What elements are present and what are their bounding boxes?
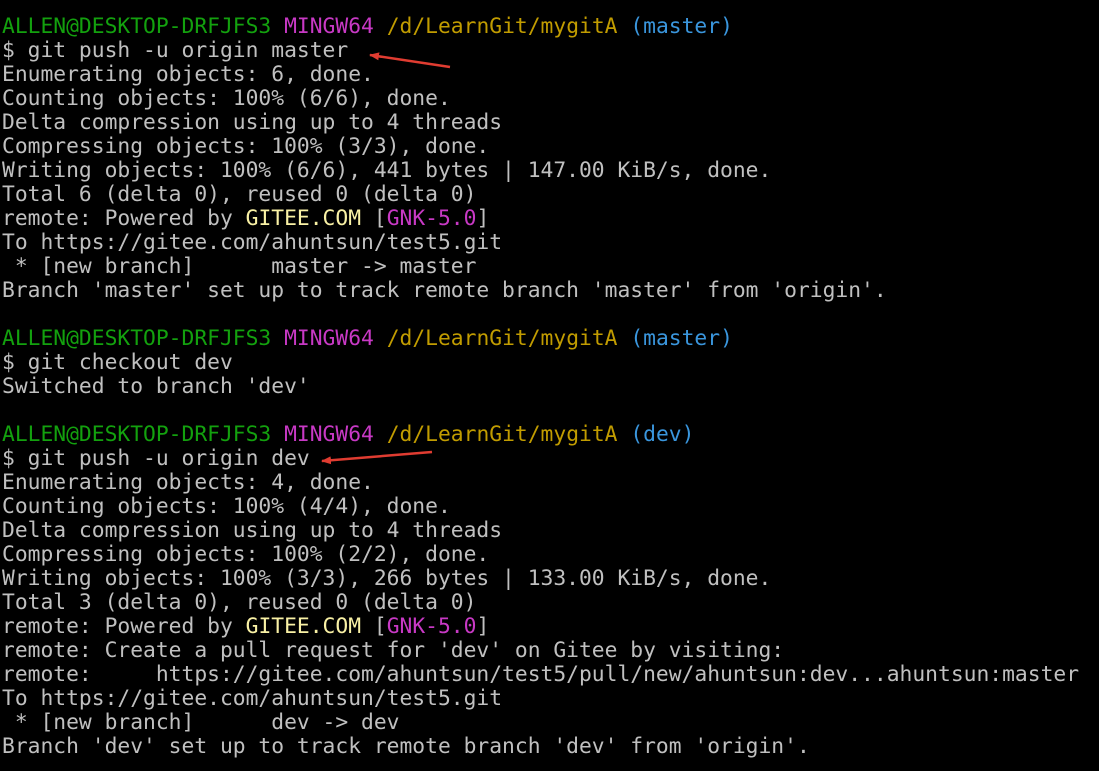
output-line: Branch 'dev' set up to track remote bran… [2, 734, 810, 759]
prompt-branch: (master) [630, 14, 733, 39]
output-line: Enumerating objects: 6, done. [2, 62, 374, 87]
output-line: Total 3 (delta 0), reused 0 (delta 0) [2, 590, 477, 615]
bracket-open: [ [361, 614, 387, 639]
prompt-env: MINGW64 [284, 422, 374, 447]
output-line: Delta compression using up to 4 threads [2, 110, 503, 135]
prompt-path: /d/LearnGit/mygitA [386, 326, 618, 351]
gnk-version: GNK-5.0 [386, 614, 477, 639]
output-line: Compressing objects: 100% (3/3), done. [2, 134, 490, 159]
prompt-path: /d/LearnGit/mygitA [386, 14, 618, 39]
remote-powered-line: remote: Powered by GITEE.COM [GNK-5.0] [2, 207, 1099, 231]
remote-prefix: remote: Powered by [2, 614, 246, 639]
gitee-label: GITEE.COM [245, 614, 362, 639]
prompt-env: MINGW64 [284, 326, 374, 351]
output-line: remote: https://gitee.com/ahuntsun/test5… [2, 662, 1080, 687]
output-line: Writing objects: 100% (3/3), 266 bytes |… [2, 566, 772, 591]
output-line: To https://gitee.com/ahuntsun/test5.git [2, 230, 503, 255]
output-line: Total 6 (delta 0), reused 0 (delta 0) [2, 182, 477, 207]
prompt-branch: (master) [630, 326, 733, 351]
prompt-user: ALLEN@DESKTOP-DRFJFS3 [2, 422, 272, 447]
prompt-path: /d/LearnGit/mygitA [386, 422, 618, 447]
gitee-label: GITEE.COM [245, 206, 362, 231]
output-line: Counting objects: 100% (6/6), done. [2, 86, 451, 111]
bracket-close: ] [476, 614, 490, 639]
prompt-env: MINGW64 [284, 14, 374, 39]
remote-powered-line: remote: Powered by GITEE.COM [GNK-5.0] [2, 615, 1099, 639]
command-line: $ git push -u origin master [2, 38, 349, 63]
prompt-user: ALLEN@DESKTOP-DRFJFS3 [2, 14, 272, 39]
output-line: * [new branch] master -> master [2, 254, 477, 279]
output-line: remote: Create a pull request for 'dev' … [2, 638, 785, 663]
terminal-window[interactable]: ALLEN@DESKTOP-DRFJFS3 MINGW64 /d/LearnGi… [2, 15, 1099, 759]
output-line: Enumerating objects: 4, done. [2, 470, 374, 495]
output-line: Switched to branch 'dev' [2, 374, 310, 399]
output-line: Writing objects: 100% (6/6), 441 bytes |… [2, 158, 772, 183]
output-line: Branch 'master' set up to track remote b… [2, 278, 887, 303]
bracket-close: ] [476, 206, 490, 231]
output-line: Counting objects: 100% (4/4), done. [2, 494, 451, 519]
bracket-open: [ [361, 206, 387, 231]
prompt-line: ALLEN@DESKTOP-DRFJFS3 MINGW64 /d/LearnGi… [2, 15, 1099, 39]
prompt-line: ALLEN@DESKTOP-DRFJFS3 MINGW64 /d/LearnGi… [2, 327, 1099, 351]
output-line: To https://gitee.com/ahuntsun/test5.git [2, 686, 503, 711]
prompt-user: ALLEN@DESKTOP-DRFJFS3 [2, 326, 272, 351]
prompt-line: ALLEN@DESKTOP-DRFJFS3 MINGW64 /d/LearnGi… [2, 423, 1099, 447]
output-line: * [new branch] dev -> dev [2, 710, 400, 735]
prompt-branch: (dev) [630, 422, 695, 447]
output-line: Compressing objects: 100% (2/2), done. [2, 542, 490, 567]
output-line: Delta compression using up to 4 threads [2, 518, 503, 543]
remote-prefix: remote: Powered by [2, 206, 246, 231]
command-line: $ git push -u origin dev [2, 446, 310, 471]
command-line: $ git checkout dev [2, 350, 233, 375]
gnk-version: GNK-5.0 [386, 206, 477, 231]
